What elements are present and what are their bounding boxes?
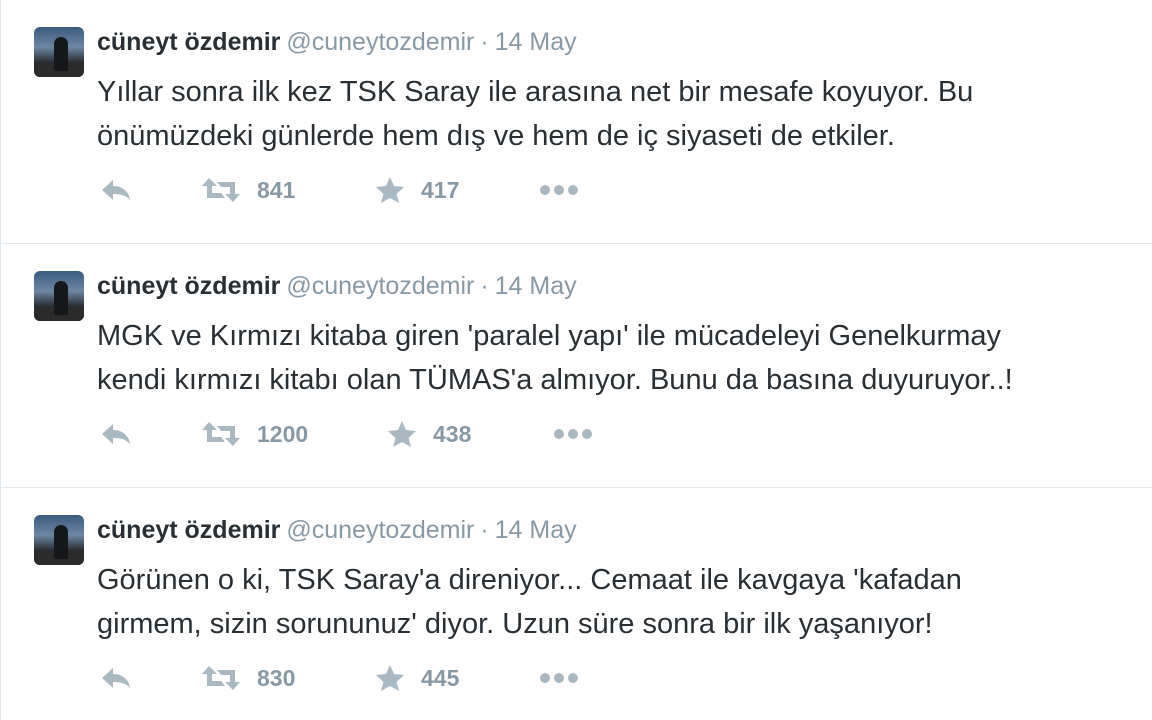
tweet-date[interactable]: 14 May — [495, 272, 577, 300]
tweet-timeline: cüneyt özdemir @cuneytozdemir · 14 May Yıll… — [0, 0, 1152, 720]
retweet-icon — [201, 420, 241, 448]
retweet-count: 1200 — [257, 420, 309, 447]
favorite-count: 438 — [433, 420, 472, 447]
tweet-actions: 841 417 — [99, 170, 699, 210]
tweet-header: cüneyt özdemir @cuneytozdemir · 14 May — [97, 512, 577, 548]
reply-button[interactable] — [99, 414, 133, 454]
favorite-button[interactable]: 445 — [375, 658, 459, 698]
author-handle[interactable]: @cuneytozdemir — [286, 28, 474, 56]
tweet-actions: 1200 438 — [99, 414, 699, 454]
avatar[interactable] — [34, 515, 84, 565]
favorite-button[interactable]: 417 — [375, 170, 459, 210]
tweet[interactable]: cüneyt özdemir @cuneytozdemir · 14 May Görü… — [1, 488, 1152, 720]
tweet-text-line: girmem, sizin sorununuz' diyor. Uzun sür… — [97, 608, 933, 640]
more-button[interactable] — [553, 414, 593, 454]
tweet-text-line: Yıllar sonra ilk kez TSK Saray ile arası… — [97, 76, 974, 108]
more-icon — [539, 184, 579, 196]
tweet[interactable]: cüneyt özdemir @cuneytozdemir · 14 May MGK … — [1, 244, 1152, 488]
more-button[interactable] — [539, 658, 579, 698]
avatar-figure — [54, 281, 68, 315]
reply-button[interactable] — [99, 170, 133, 210]
separator-dot: · — [480, 272, 489, 300]
avatar[interactable] — [34, 271, 84, 321]
tweet-text: Görünen o ki, TSK Saray'a direniyor... C… — [97, 558, 1127, 646]
tweet-date[interactable]: 14 May — [495, 516, 577, 544]
separator-dot: · — [480, 516, 489, 544]
reply-icon — [99, 421, 133, 447]
author-name[interactable]: cüneyt özdemir — [97, 516, 280, 544]
author-handle[interactable]: @cuneytozdemir — [286, 272, 474, 300]
reply-icon — [99, 177, 133, 203]
retweet-count: 830 — [257, 664, 296, 691]
favorite-count: 445 — [421, 664, 460, 691]
retweet-button[interactable]: 841 — [201, 170, 295, 210]
avatar-figure — [54, 525, 68, 559]
retweet-button[interactable]: 830 — [201, 658, 295, 698]
star-icon — [387, 420, 417, 448]
more-icon — [553, 428, 593, 440]
favorite-count: 417 — [421, 176, 460, 203]
avatar-figure — [54, 37, 68, 71]
more-button[interactable] — [539, 170, 579, 210]
avatar[interactable] — [34, 27, 84, 77]
author-name[interactable]: cüneyt özdemir — [97, 28, 280, 56]
star-icon — [375, 664, 405, 692]
more-icon — [539, 672, 579, 684]
retweet-button[interactable]: 1200 — [201, 414, 308, 454]
tweet-date[interactable]: 14 May — [495, 28, 577, 56]
separator-dot: · — [480, 28, 489, 56]
author-name[interactable]: cüneyt özdemir — [97, 272, 280, 300]
tweet-text-line: kendi kırmızı kitabı olan TÜMAS'a almıyo… — [97, 364, 1013, 396]
reply-button[interactable] — [99, 658, 133, 698]
tweet-header: cüneyt özdemir @cuneytozdemir · 14 May — [97, 268, 577, 304]
tweet-text: MGK ve Kırmızı kitaba giren 'paralel yap… — [97, 314, 1127, 402]
tweet-header: cüneyt özdemir @cuneytozdemir · 14 May — [97, 24, 577, 60]
tweet-text-line: MGK ve Kırmızı kitaba giren 'paralel yap… — [97, 320, 1001, 352]
favorite-button[interactable]: 438 — [387, 414, 471, 454]
retweet-icon — [201, 664, 241, 692]
author-handle[interactable]: @cuneytozdemir — [286, 516, 474, 544]
tweet-text-line: önümüzdeki günlerde hem dış ve hem de iç… — [97, 120, 895, 152]
retweet-count: 841 — [257, 176, 296, 203]
tweet-actions: 830 445 — [99, 658, 699, 698]
retweet-icon — [201, 176, 241, 204]
star-icon — [375, 176, 405, 204]
reply-icon — [99, 665, 133, 691]
tweet-text: Yıllar sonra ilk kez TSK Saray ile arası… — [97, 70, 1127, 158]
tweet-text-line: Görünen o ki, TSK Saray'a direniyor... C… — [97, 564, 962, 596]
tweet[interactable]: cüneyt özdemir @cuneytozdemir · 14 May Yıll… — [1, 0, 1152, 244]
